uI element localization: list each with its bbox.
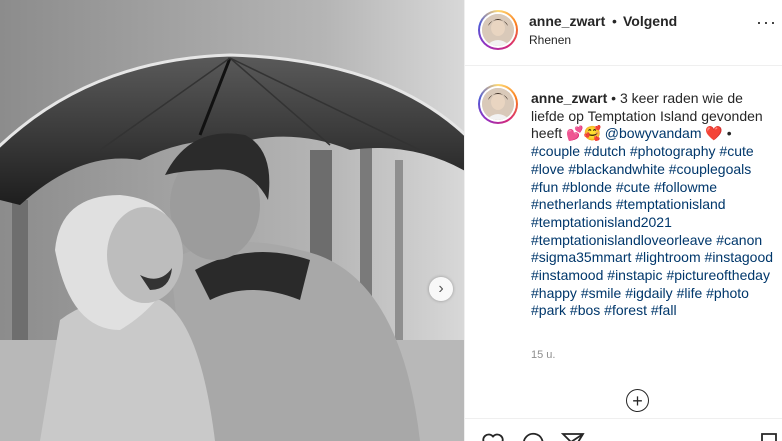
hashtag[interactable]: #instagood <box>705 249 774 265</box>
hashtag[interactable]: #instapic <box>607 267 662 283</box>
hashtag[interactable]: #instamood <box>531 267 603 283</box>
next-image-button[interactable]: › <box>429 277 453 301</box>
post-location[interactable]: Rhenen <box>529 33 571 47</box>
post-photo[interactable]: › <box>0 0 464 441</box>
hashtag[interactable]: #forest <box>604 302 647 318</box>
avatar[interactable] <box>478 10 518 50</box>
hashtag[interactable]: #cute <box>616 179 650 195</box>
more-options-icon[interactable]: ··· <box>756 13 777 31</box>
post-header: anne_zwart • Volgend Rhenen ··· <box>465 0 782 66</box>
plus-icon: + <box>632 390 643 411</box>
caption-mention[interactable]: @bowyvandam <box>605 125 702 141</box>
caption-avatar[interactable] <box>478 84 518 124</box>
hashtag[interactable]: #couple <box>531 143 580 159</box>
hashtag[interactable]: #photo <box>706 285 749 301</box>
hashtag[interactable]: #pictureoftheday <box>666 267 770 283</box>
share-icon[interactable] <box>561 431 585 441</box>
hashtag-list: #couple #dutch #photography #cute #love … <box>531 143 773 318</box>
hashtag[interactable]: #happy <box>531 285 577 301</box>
follow-status[interactable]: Volgend <box>623 13 677 29</box>
heart-icon[interactable] <box>481 431 505 441</box>
hashtag[interactable]: #temptationisland2021 <box>531 214 672 230</box>
hashtag[interactable]: #temptationislandloveorleave <box>531 232 712 248</box>
hashtag[interactable]: #igdaily <box>625 285 672 301</box>
caption-separator: • <box>611 90 617 106</box>
hashtag[interactable]: #blackandwhite <box>568 161 665 177</box>
hashtag[interactable]: #lightroom <box>635 249 700 265</box>
post-timestamp[interactable]: 15 u. <box>531 349 555 361</box>
hashtag[interactable]: #dutch <box>584 143 626 159</box>
load-more-comments-button[interactable]: + <box>626 389 649 412</box>
hashtag[interactable]: #fall <box>651 302 677 318</box>
hashtag[interactable]: #photography <box>630 143 716 159</box>
hashtag[interactable]: #couplegoals <box>669 161 752 177</box>
hashtag[interactable]: #blonde <box>562 179 612 195</box>
action-bar <box>465 418 782 441</box>
hashtag[interactable]: #temptationisland <box>616 196 726 212</box>
hashtag[interactable]: #love <box>531 161 564 177</box>
caption: anne_zwart • 3 keer raden wie de liefde … <box>531 90 777 320</box>
hashtag[interactable]: #park <box>531 302 566 318</box>
hashtag[interactable]: #fun <box>531 179 558 195</box>
chevron-right-icon: › <box>438 280 444 297</box>
bookmark-icon[interactable] <box>757 431 781 441</box>
hashtag[interactable]: #canon <box>716 232 762 248</box>
heart-emoji: ❤️ <box>705 125 723 142</box>
hashtag[interactable]: #netherlands <box>531 196 612 212</box>
post-username[interactable]: anne_zwart <box>529 13 605 29</box>
comment-icon[interactable] <box>521 431 545 441</box>
hashtag[interactable]: #cute <box>719 143 753 159</box>
hashtag[interactable]: #smile <box>581 285 621 301</box>
hashtag[interactable]: #bos <box>570 302 600 318</box>
hashtag[interactable]: #life <box>677 285 703 301</box>
caption-emoji: 💕🥰 <box>566 125 601 142</box>
post-sidebar: anne_zwart • Volgend Rhenen ··· anne_zwa… <box>464 0 782 441</box>
caption-bullet: • <box>726 125 732 142</box>
caption-username[interactable]: anne_zwart <box>531 90 607 106</box>
separator-dot: • <box>612 13 617 29</box>
hashtag[interactable]: #sigma35mmart <box>531 249 631 265</box>
hashtag[interactable]: #followme <box>654 179 717 195</box>
